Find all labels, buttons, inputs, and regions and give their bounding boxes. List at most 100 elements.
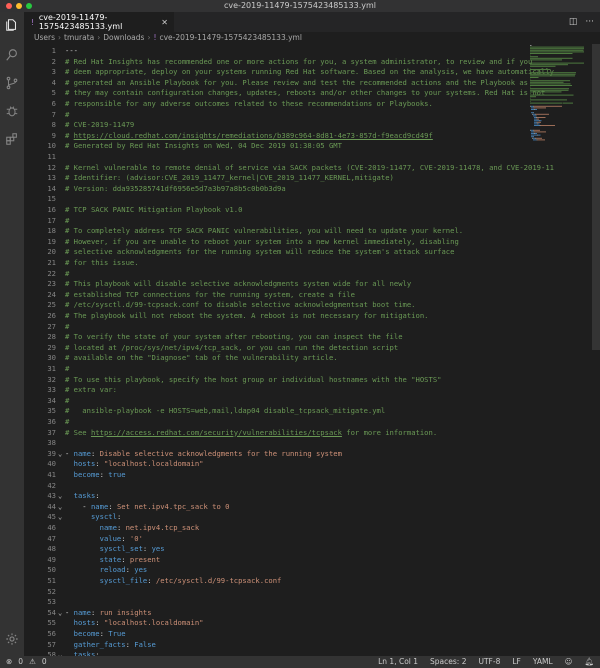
more-actions-icon[interactable]: ··· (585, 17, 594, 27)
code-line[interactable]: 46 name: net.ipv4.tcp_sack (24, 523, 534, 534)
code-line[interactable]: 1 --- (24, 46, 534, 57)
debug-icon[interactable] (5, 104, 19, 118)
code-line[interactable]: 7 # (24, 110, 534, 121)
code-line[interactable]: 9 # https://cloud.redhat.com/insights/rem… (24, 131, 534, 142)
close-window-button[interactable] (6, 3, 12, 9)
end-of-line[interactable]: LF (512, 656, 521, 668)
close-icon[interactable]: ✕ (161, 18, 168, 27)
code-line[interactable]: 16 # TCP SACK PANIC Mitigation Playbook v… (24, 205, 534, 216)
source-control-icon[interactable] (5, 76, 19, 90)
breadcrumb-item[interactable]: Users (34, 33, 55, 42)
code-line[interactable]: 2 # Red Hat Insights has recommended one … (24, 57, 534, 68)
code-line[interactable]: 23 # This playbook will disable selective… (24, 279, 534, 290)
code-line[interactable]: 10 # Generated by Red Hat Insights on Wed… (24, 141, 534, 152)
code-editor[interactable]: 1 --- 2 # Red Hat Insights has recommended … (24, 44, 600, 656)
code-line[interactable]: 38 (24, 438, 534, 449)
code-line[interactable]: 49 state: present (24, 555, 534, 566)
code-line[interactable]: 8 # CVE-2019-11479 (24, 120, 534, 131)
code-line[interactable]: 56 become: True (24, 629, 534, 640)
problems-indicator[interactable]: ⊗ 0 ⚠ 0 (6, 656, 47, 668)
encoding[interactable]: UTF-8 (478, 656, 500, 668)
explorer-icon[interactable] (5, 18, 19, 32)
code-line[interactable]: 22 # (24, 269, 534, 280)
code-line[interactable]: 24 # established TCP connections for the … (24, 290, 534, 301)
code-line[interactable]: 54 ⌄ - name: run insights (24, 608, 534, 619)
code-line[interactable]: 13 # Identifier: (advisor:CVE_2019_11477_… (24, 173, 534, 184)
code-line[interactable]: 21 # for this issue. (24, 258, 534, 269)
code-line[interactable]: 11 (24, 152, 534, 163)
minimap-line (530, 102, 533, 104)
minimap-line (530, 78, 531, 80)
code-line[interactable]: 34 # (24, 396, 534, 407)
code-line[interactable]: 50 reload: yes (24, 565, 534, 576)
code-line[interactable]: 31 # (24, 364, 534, 375)
code-line[interactable]: 40 hosts: "localhost.localdomain" (24, 459, 534, 470)
code-line[interactable]: 18 # To completely address TCP SACK PANIC… (24, 226, 534, 237)
code-line[interactable]: 35 # ansible-playbook -e HOSTS=web,mail,l… (24, 406, 534, 417)
minimap-line (530, 105, 531, 107)
minimap-line (536, 118, 538, 120)
code-line[interactable]: 15 (24, 194, 534, 205)
breadcrumb-item[interactable]: tmurata (64, 33, 94, 42)
cursor-position[interactable]: Ln 1, Col 1 (378, 656, 418, 668)
code-line[interactable]: 4 # generated an Ansible Playbook for you… (24, 78, 534, 89)
code-line[interactable]: 29 # located at /proc/sys/net/ipv4/tcp_sa… (24, 343, 534, 354)
code-line[interactable]: 45 ⌄ sysctl: (24, 512, 534, 523)
minimap[interactable] (528, 44, 588, 144)
code-line[interactable]: 32 # To use this playbook, specify the ho… (24, 375, 534, 386)
code-line[interactable]: 53 (24, 597, 534, 608)
code-line[interactable]: 14 # Version: dda935285741df6956e5d7a3b97… (24, 184, 534, 195)
code-line[interactable]: 52 (24, 587, 534, 598)
code-line[interactable]: 42 (24, 481, 534, 492)
code-line[interactable]: 27 # (24, 322, 534, 333)
fold-chevron-icon[interactable]: ⌄ (58, 449, 62, 460)
fold-chevron-icon[interactable]: ⌄ (58, 512, 62, 523)
fold-chevron-icon[interactable]: ⌄ (58, 502, 62, 513)
code-line[interactable]: 26 # The playbook will not reboot the sys… (24, 311, 534, 322)
bell-icon[interactable]: 🔔︎ (584, 656, 594, 668)
split-editor-icon[interactable]: ◫ (569, 17, 578, 27)
language-mode[interactable]: YAML (533, 656, 553, 668)
search-icon[interactable] (5, 48, 19, 62)
line-number: 33 (47, 385, 56, 395)
breadcrumb-item[interactable]: Downloads (103, 33, 144, 42)
code-line[interactable]: 43 ⌄ tasks: (24, 491, 534, 502)
code-line[interactable]: 41 become: true (24, 470, 534, 481)
vertical-scrollbar[interactable] (592, 44, 600, 350)
code-line[interactable]: 3 # deem appropriate, deploy on your syst… (24, 67, 554, 78)
line-number: 49 (47, 554, 56, 564)
code-line[interactable]: 57 gather_facts: False (24, 640, 534, 651)
code-text: # (65, 269, 69, 280)
code-line[interactable]: 20 # selective acknowledgments for the ru… (24, 247, 534, 258)
fold-chevron-icon[interactable]: ⌄ (58, 608, 62, 619)
code-line[interactable]: 6 # responsible for any adverse outcomes … (24, 99, 534, 110)
code-text: sysctl_file: /etc/sysctl.d/99-tcpsack.co… (65, 576, 282, 587)
minimize-window-button[interactable] (16, 3, 22, 9)
code-line[interactable]: 19 # However, if you are unable to reboot… (24, 237, 534, 248)
code-line[interactable]: 5 # they may contain configuration change… (24, 88, 546, 99)
feedback-icon[interactable]: ☺ (565, 656, 573, 668)
code-line[interactable]: 51 sysctl_file: /etc/sysctl.d/99-tcpsack… (24, 576, 534, 587)
line-number: 10 (47, 141, 56, 151)
code-line[interactable]: 28 # To verify the state of your system a… (24, 332, 534, 343)
zoom-window-button[interactable] (26, 3, 32, 9)
code-line[interactable]: 25 # /etc/sysctl.d/99-tcpsack.conf to dis… (24, 300, 534, 311)
extensions-icon[interactable] (5, 132, 19, 146)
minimap-line (534, 123, 537, 125)
code-line[interactable]: 30 # available on the "Diagnose" tab of t… (24, 353, 534, 364)
code-line[interactable]: 17 # (24, 216, 534, 227)
code-line[interactable]: 33 # extra var: (24, 385, 534, 396)
code-line[interactable]: 47 value: '0' (24, 534, 534, 545)
code-line[interactable]: 37 # See https://access.redhat.com/securi… (24, 428, 534, 439)
tab-editor-file[interactable]: ! cve-2019-11479-1575423485133.yml ✕ (24, 12, 174, 32)
code-line[interactable]: 44 ⌄ - name: Set net.ipv4.tpc_sack to 0 (24, 502, 534, 513)
code-line[interactable]: 55 hosts: "localhost.localdomain" (24, 618, 534, 629)
settings-gear-icon[interactable] (5, 632, 19, 646)
indentation[interactable]: Spaces: 2 (430, 656, 466, 668)
code-line[interactable]: 39 ⌄ - name: Disable selective acknowledgm… (24, 449, 534, 460)
code-line[interactable]: 36 # (24, 417, 534, 428)
breadcrumb-item[interactable]: cve-2019-11479-1575423485133.yml (159, 33, 302, 42)
code-line[interactable]: 48 sysctl_set: yes (24, 544, 534, 555)
fold-chevron-icon[interactable]: ⌄ (58, 491, 62, 502)
code-line[interactable]: 12 # Kernel vulnerable to remote denial o… (24, 163, 554, 174)
